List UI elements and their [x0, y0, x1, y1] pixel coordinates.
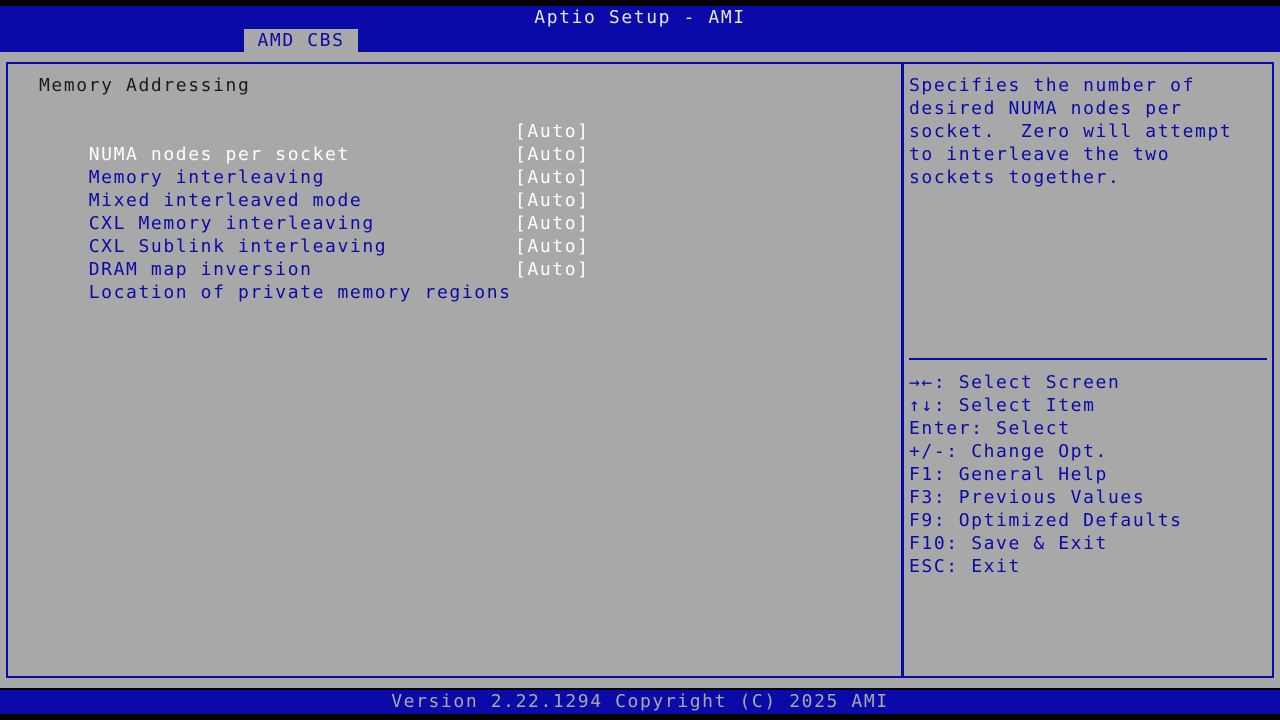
help-divider [909, 358, 1267, 360]
help-description: Specifies the number of desired NUMA nod… [909, 74, 1269, 189]
key-hint-enter: Enter: Select [909, 417, 1183, 440]
menu-item-value[interactable]: [Auto] [515, 120, 590, 143]
help-line: Specifies the number of [909, 75, 1196, 96]
key-action: General Help [958, 464, 1108, 485]
menu-item-mixed-interleaved-mode[interactable]: Mixed interleaved mode [Auto] [39, 166, 599, 211]
help-line: to interleave the two [909, 144, 1171, 165]
key-hint-optimized-defaults: F9: Optimized Defaults [909, 509, 1183, 532]
key-name: Enter: [909, 418, 984, 439]
key-legend: →←: Select Screen ↑↓: Select Item Enter:… [909, 371, 1183, 578]
key-hint-save-exit: F10: Save & Exit [909, 532, 1183, 555]
menu-item-label: Location of private memory regions [88, 282, 512, 303]
key-action: Select Screen [958, 372, 1121, 393]
menu-item-cxl-memory-interleaving[interactable]: CXL Memory interleaving [Auto] [39, 189, 599, 234]
key-action: Previous Values [958, 487, 1146, 508]
key-hint-select-item: ↑↓: Select Item [909, 394, 1183, 417]
menu-item-value[interactable]: [Auto] [515, 212, 590, 235]
key-action: Save & Exit [971, 533, 1108, 554]
key-name: F3: [909, 487, 947, 508]
key-hint-select-screen: →←: Select Screen [909, 371, 1183, 394]
menu-item-value[interactable]: [Auto] [515, 166, 590, 189]
menu-item-dram-map-inversion[interactable]: DRAM map inversion [Auto] [39, 235, 599, 280]
key-name: ↑↓: [909, 395, 947, 416]
menu-item-location-of-private-memory-regions[interactable]: Location of private memory regions [Auto… [39, 258, 599, 303]
menu-item-memory-interleaving[interactable]: Memory interleaving [Auto] [39, 143, 599, 188]
app-title: Aptio Setup - AMI [534, 7, 746, 28]
help-line: desired NUMA nodes per [909, 98, 1183, 119]
tab-amd-cbs[interactable]: AMD CBS [244, 29, 358, 52]
section-title: Memory Addressing [39, 75, 251, 96]
settings-menu: NUMA nodes per socket [Auto] Memory inte… [39, 120, 599, 303]
menu-item-value[interactable]: [Auto] [515, 235, 590, 258]
key-name: ESC: [909, 556, 959, 577]
menu-item-value[interactable]: [Auto] [515, 189, 590, 212]
help-line: sockets together. [909, 167, 1121, 188]
key-action: Optimized Defaults [958, 510, 1183, 531]
key-hint-previous-values: F3: Previous Values [909, 486, 1183, 509]
help-line: socket. Zero will attempt [909, 121, 1233, 142]
key-action: Change Opt. [971, 441, 1108, 462]
key-name: F10: [909, 533, 959, 554]
key-hint-exit: ESC: Exit [909, 555, 1183, 578]
key-name: +/-: [909, 441, 959, 462]
key-action: Select [996, 418, 1071, 439]
key-action: Exit [971, 556, 1021, 577]
key-name: →←: [909, 372, 947, 393]
key-hint-change-opt: +/-: Change Opt. [909, 440, 1183, 463]
menu-item-value[interactable]: [Auto] [515, 143, 590, 166]
menu-item-value[interactable]: [Auto] [515, 258, 590, 281]
key-name: F1: [909, 464, 947, 485]
key-action: Select Item [958, 395, 1096, 416]
key-hint-general-help: F1: General Help [909, 463, 1183, 486]
menu-item-cxl-sublink-interleaving[interactable]: CXL Sublink interleaving [Auto] [39, 212, 599, 257]
version-footer: Version 2.22.1294 Copyright (C) 2025 AMI [0, 690, 1280, 714]
menu-item-numa-nodes-per-socket[interactable]: NUMA nodes per socket [Auto] [39, 120, 599, 165]
key-name: F9: [909, 510, 947, 531]
